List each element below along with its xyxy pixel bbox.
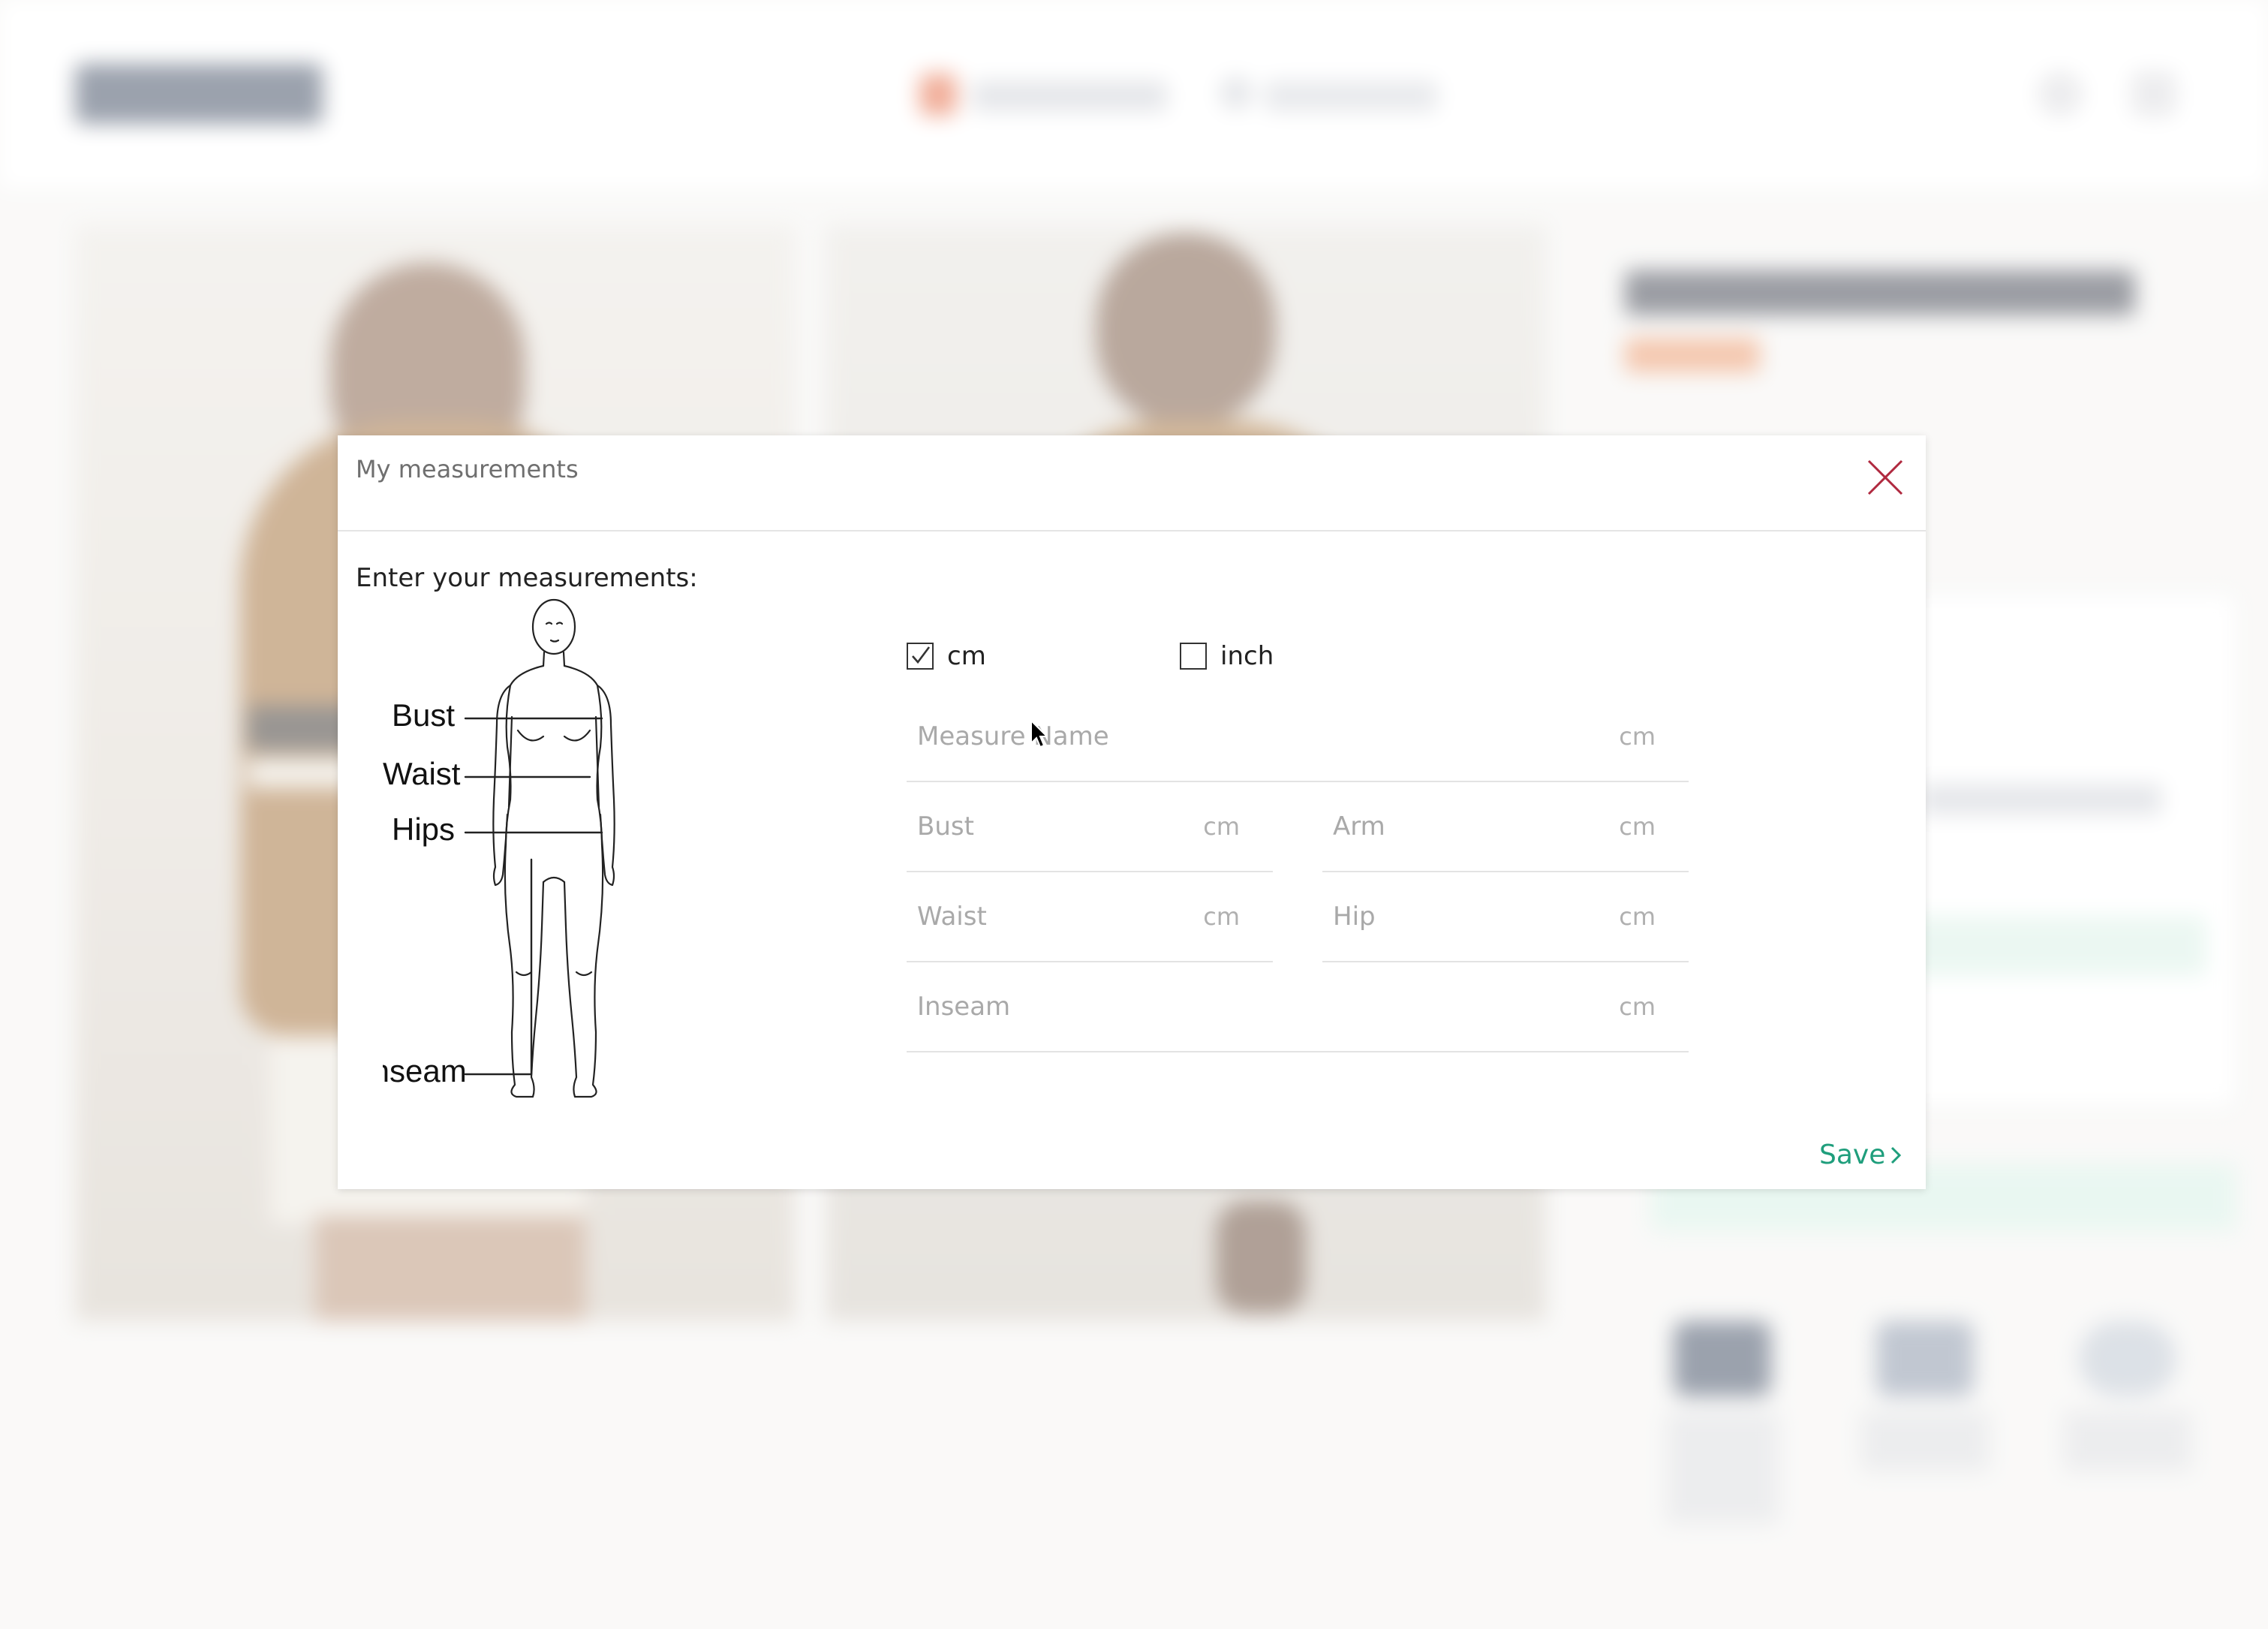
measure-name-input[interactable]	[916, 715, 1529, 758]
inch-label: inch	[1220, 641, 1274, 671]
modal-header: My measurements	[338, 435, 1926, 531]
hip-field: cm	[1322, 872, 1689, 962]
bust-input[interactable]	[916, 805, 1205, 848]
unit-option-inch[interactable]: inch	[1180, 640, 1274, 673]
waist-input[interactable]	[916, 895, 1205, 938]
save-label: Save	[1819, 1140, 1886, 1170]
inch-checkbox[interactable]	[1180, 643, 1207, 670]
close-button[interactable]	[1861, 453, 1909, 501]
figure-label-hips: Hips	[392, 811, 455, 847]
figure-label-waist: Waist	[383, 756, 461, 791]
body-diagram: Bust Waist Hips Inseam	[383, 598, 615, 1098]
instruction-text: Enter your measurements:	[356, 563, 698, 593]
chevron-right-icon	[1891, 1146, 1902, 1164]
measure-name-field: cm	[907, 692, 1689, 782]
save-button[interactable]: Save	[1819, 1140, 1903, 1170]
inseam-unit: cm	[1619, 992, 1656, 1021]
hip-unit: cm	[1619, 902, 1656, 931]
modal-title: My measurements	[356, 455, 579, 483]
inseam-input[interactable]	[916, 985, 1529, 1028]
checkmark-icon	[912, 646, 931, 664]
mouse-cursor-icon	[1030, 719, 1048, 748]
waist-unit: cm	[1203, 902, 1240, 931]
arm-field: cm	[1322, 782, 1689, 872]
bust-unit: cm	[1203, 812, 1240, 841]
bust-field: cm	[907, 782, 1273, 872]
close-icon	[1867, 459, 1903, 495]
arm-unit: cm	[1619, 812, 1656, 841]
cm-label: cm	[947, 641, 986, 671]
measure-name-unit: cm	[1619, 722, 1656, 751]
waist-field: cm	[907, 872, 1273, 962]
inseam-field: cm	[907, 962, 1689, 1052]
measurements-modal: My measurements Enter your measurements:	[338, 435, 1926, 1189]
figure-label-bust: Bust	[392, 697, 455, 733]
unit-option-cm[interactable]: cm	[907, 640, 986, 673]
figure-label-inseam: Inseam	[383, 1053, 467, 1089]
arm-input[interactable]	[1331, 805, 1620, 848]
hip-input[interactable]	[1331, 895, 1620, 938]
cm-checkbox[interactable]	[907, 643, 934, 670]
